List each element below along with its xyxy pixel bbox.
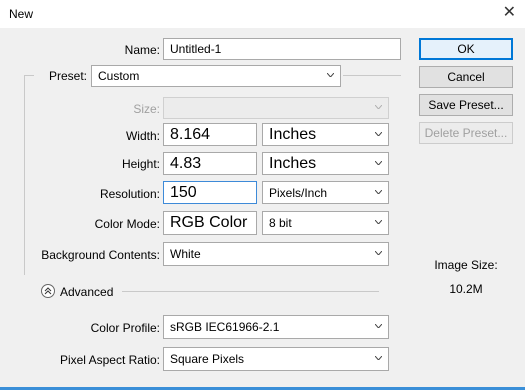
chevron-down-icon <box>375 189 382 194</box>
pixel-aspect-ratio-label: Pixel Aspect Ratio: <box>59 353 160 367</box>
chevron-down-icon <box>375 324 382 328</box>
chevron-down-icon <box>375 356 382 360</box>
ok-button[interactable]: OK <box>419 38 513 60</box>
background-contents-value: White <box>170 247 201 261</box>
cancel-button[interactable]: Cancel <box>419 66 513 88</box>
height-value: 4.83 <box>170 154 202 172</box>
save-preset-button[interactable]: Save Preset... <box>419 94 513 116</box>
color-mode-dropdown[interactable]: RGB Color <box>163 211 257 235</box>
chevron-down-icon <box>327 73 334 77</box>
close-icon[interactable]: ✕ <box>503 5 516 21</box>
color-profile-value: sRGB IEC61966-2.1 <box>170 320 280 334</box>
resolution-label: Resolution: <box>99 187 160 201</box>
color-mode-value: RGB Color <box>170 214 248 231</box>
pixel-aspect-ratio-dropdown[interactable]: Square Pixels <box>163 347 389 371</box>
height-unit-dropdown[interactable]: Inches <box>262 152 389 175</box>
height-unit-value: Inches <box>269 154 317 172</box>
resolution-value: 150 <box>170 183 197 201</box>
width-label: Width: <box>125 129 160 143</box>
chevron-up-icon <box>44 287 52 295</box>
title-bar: New ✕ <box>0 0 525 28</box>
color-mode-label: Color Mode: <box>94 217 160 231</box>
chevron-down-icon <box>375 251 382 255</box>
pixel-aspect-ratio-value: Square Pixels <box>170 352 245 366</box>
resolution-unit-value: Pixels/Inch <box>269 185 328 200</box>
bit-depth-dropdown[interactable]: 8 bit <box>262 211 389 235</box>
chevron-down-icon <box>375 131 382 136</box>
delete-preset-button: Delete Preset... <box>419 122 513 144</box>
background-contents-dropdown[interactable]: White <box>163 242 389 266</box>
color-profile-label: Color Profile: <box>90 321 160 335</box>
background-contents-label: Background Contents: <box>41 248 160 262</box>
preset-group-border-vertical <box>24 75 25 275</box>
width-unit-value: Inches <box>269 125 317 143</box>
width-unit-dropdown[interactable]: Inches <box>262 123 389 146</box>
bit-depth-value: 8 bit <box>269 216 292 230</box>
resolution-input[interactable]: 150 <box>163 181 257 204</box>
chevron-down-icon <box>375 105 382 109</box>
preset-label: Preset: <box>48 69 87 83</box>
resolution-unit-dropdown[interactable]: Pixels/Inch <box>262 181 389 204</box>
advanced-separator <box>122 291 379 292</box>
preset-group-border-right <box>343 75 401 76</box>
preset-value: Custom <box>98 69 140 83</box>
color-profile-dropdown[interactable]: sRGB IEC61966-2.1 <box>163 315 389 339</box>
size-dropdown <box>163 97 389 119</box>
image-size-value: 10.2M <box>449 282 483 296</box>
advanced-toggle-button[interactable] <box>41 284 55 298</box>
chevron-down-icon <box>375 220 382 224</box>
name-input-value: Untitled-1 <box>170 42 222 56</box>
width-value: 8.164 <box>170 125 211 143</box>
image-size-label: Image Size: <box>434 258 498 272</box>
name-input[interactable]: Untitled-1 <box>163 38 401 60</box>
name-label: Name: <box>124 43 160 57</box>
size-label: Size: <box>133 102 160 116</box>
chevron-down-icon <box>375 160 382 165</box>
preset-dropdown[interactable]: Custom <box>91 65 341 87</box>
window-title: New <box>9 7 34 21</box>
height-label: Height: <box>121 157 160 171</box>
advanced-label: Advanced <box>60 285 114 299</box>
height-input[interactable]: 4.83 <box>163 152 257 175</box>
width-input[interactable]: 8.164 <box>163 123 257 146</box>
